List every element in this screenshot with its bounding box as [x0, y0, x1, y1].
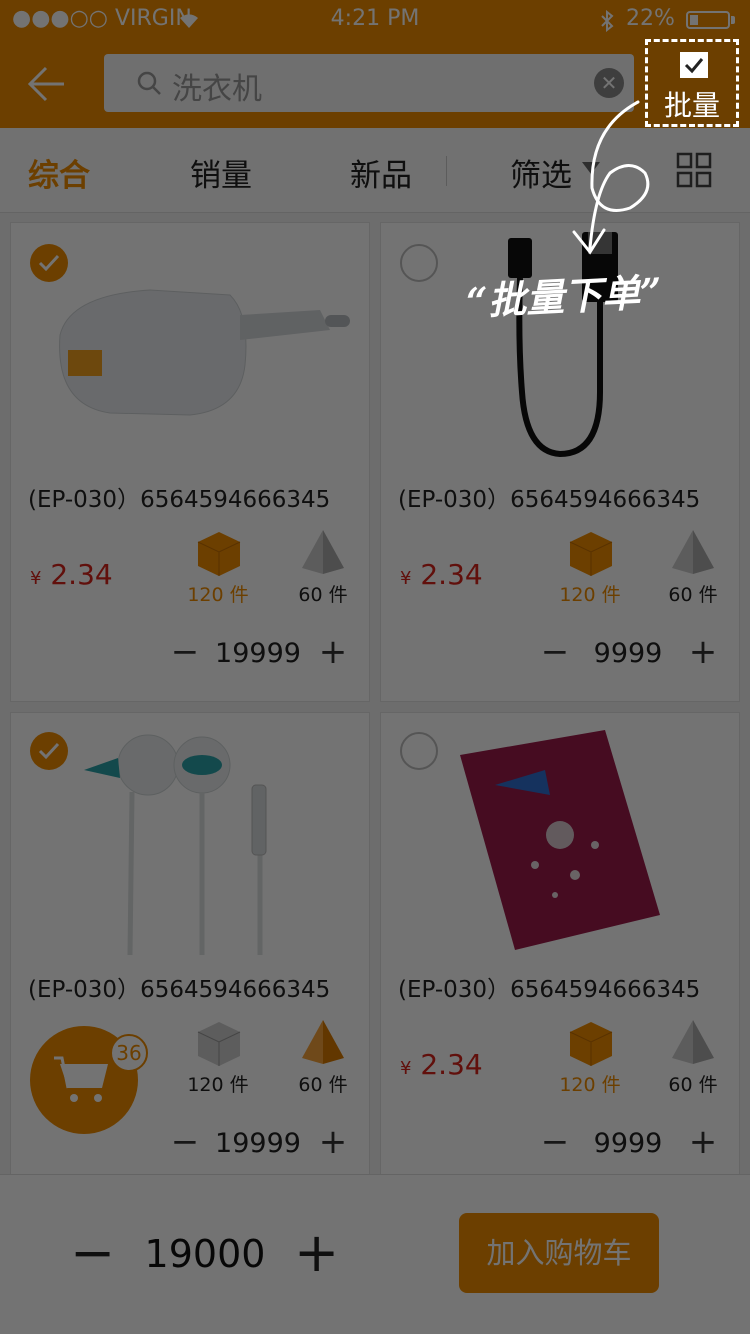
pyramid-icon: [302, 530, 344, 574]
box-icon: [197, 532, 241, 576]
quantity-value[interactable]: 9999: [573, 1128, 683, 1159]
battery-icon: [686, 11, 730, 29]
checkbox-icon[interactable]: [680, 52, 708, 78]
unit-quantity-label: 60 件: [668, 1074, 718, 1096]
quantity-value[interactable]: 19999: [203, 638, 313, 669]
back-arrow-icon[interactable]: [24, 62, 68, 106]
filter-tab-comprehensive[interactable]: 综合: [28, 150, 90, 195]
decrement-button[interactable]: −: [170, 1122, 200, 1162]
earphones-image: [84, 734, 267, 956]
product-price: ¥ 2.34: [400, 558, 483, 591]
pyramid-icon: [302, 1020, 344, 1064]
product-name: (EP-030）6564594666345: [28, 487, 331, 513]
bottom-decrement-button[interactable]: −: [70, 1226, 115, 1280]
pyramid-icon: [672, 1020, 714, 1064]
bottom-quantity-value[interactable]: 19000: [130, 1232, 280, 1276]
product-name: (EP-030）6564594666345: [28, 977, 331, 1003]
decrement-button[interactable]: −: [540, 1122, 570, 1162]
select-checkbox-checked[interactable]: [30, 732, 68, 770]
increment-button[interactable]: +: [688, 632, 718, 672]
box-icon: [569, 1022, 613, 1066]
box-icon: [569, 532, 613, 576]
quantity-value[interactable]: 9999: [573, 638, 683, 669]
filter-divider: [446, 156, 447, 186]
unit-quantity-label: 60 件: [668, 584, 718, 606]
select-checkbox-unchecked[interactable]: [400, 732, 438, 770]
search-query: 洗衣机: [172, 72, 262, 107]
clear-search-icon[interactable]: ✕: [594, 68, 624, 98]
filter-tab-new[interactable]: 新品: [350, 150, 412, 195]
notebook-image: [460, 730, 660, 950]
box-icon: [197, 1022, 241, 1066]
increment-button[interactable]: +: [688, 1122, 718, 1162]
increment-button[interactable]: +: [318, 632, 348, 672]
product-price: ¥ 2.34: [400, 1048, 483, 1081]
product-name: (EP-030）6564594666345: [398, 487, 701, 513]
filter-tab-sales[interactable]: 销量: [190, 150, 252, 195]
bottom-increment-button[interactable]: +: [294, 1226, 339, 1280]
batch-order-hint: “批量下单”: [465, 268, 663, 325]
box-quantity-label: 120 件: [559, 584, 621, 606]
product-price: ¥ 2.34: [30, 558, 113, 591]
box-quantity-label: 120 件: [559, 1074, 621, 1096]
increment-button[interactable]: +: [318, 1122, 348, 1162]
check-icon: [38, 742, 60, 760]
box-quantity-label: 120 件: [187, 1074, 249, 1096]
box-quantity-label: 120 件: [187, 584, 249, 606]
select-checkbox-unchecked[interactable]: [400, 244, 438, 282]
unit-quantity-label: 60 件: [298, 584, 348, 606]
status-bar: ●●●○○ VIRGIN 4:21 PM 22%: [0, 0, 750, 40]
decrement-button[interactable]: −: [170, 632, 200, 672]
unit-quantity-label: 60 件: [298, 1074, 348, 1096]
battery-tip: [731, 16, 735, 24]
pyramid-icon: [672, 530, 714, 574]
search-icon: [137, 71, 161, 95]
hint-arrow-icon: [572, 100, 650, 255]
battery-percent: 22%: [626, 6, 675, 31]
decrement-button[interactable]: −: [540, 632, 570, 672]
quantity-value[interactable]: 19999: [203, 1128, 313, 1159]
grid-view-icon[interactable]: [676, 152, 712, 188]
add-to-cart-button[interactable]: 加入购物车: [459, 1213, 659, 1293]
charger-image: [59, 289, 350, 416]
cart-count-badge: 36: [110, 1034, 148, 1072]
bluetooth-icon: [601, 10, 614, 32]
product-name: (EP-030）6564594666345: [398, 977, 701, 1003]
